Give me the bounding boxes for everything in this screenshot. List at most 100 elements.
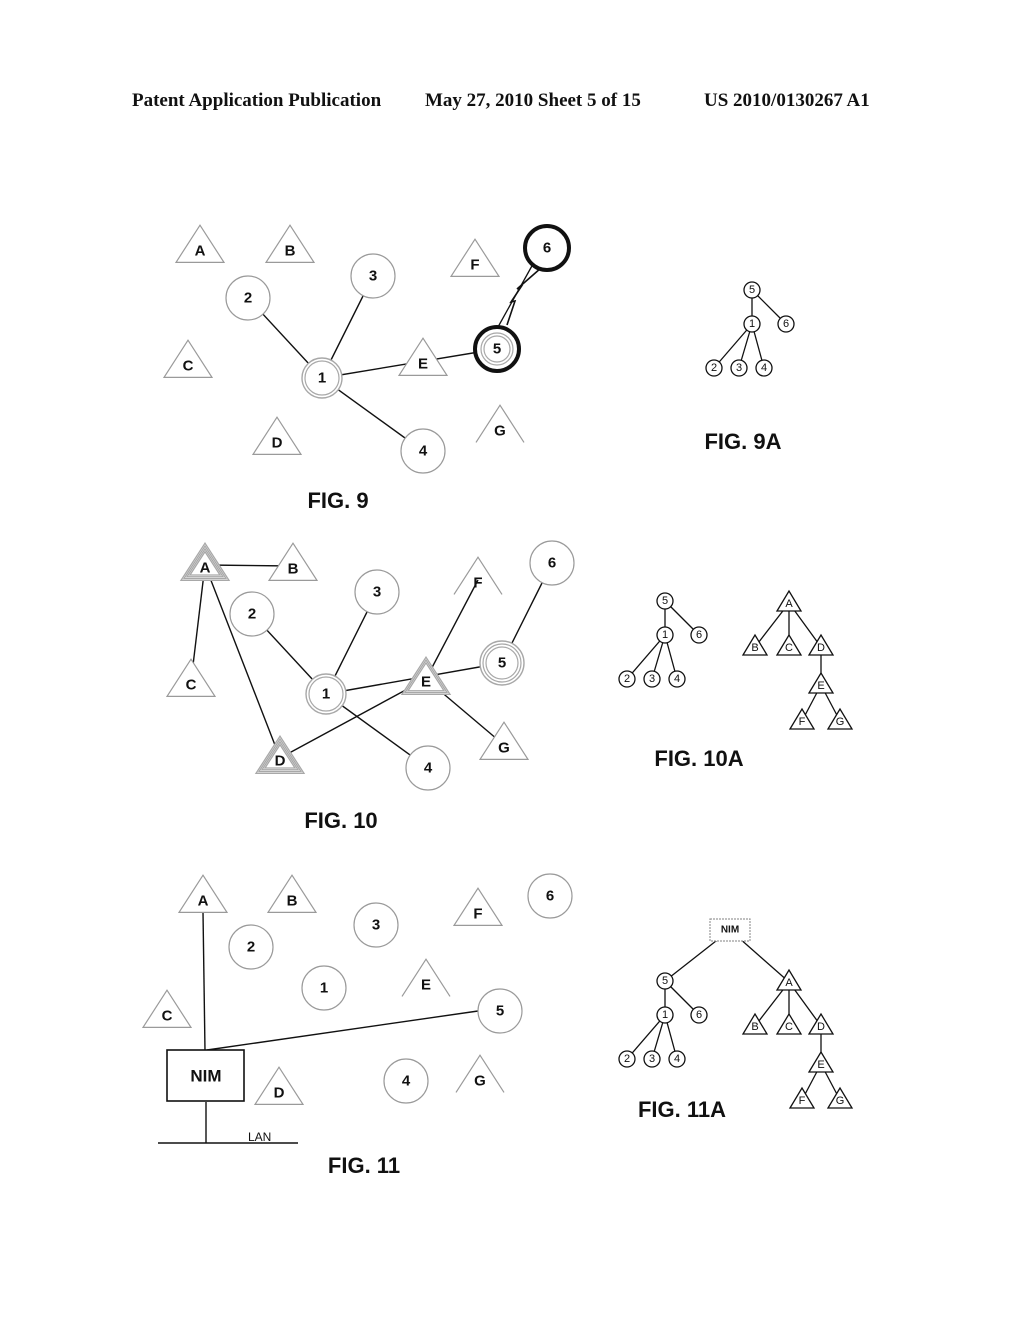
nodes: A B C D E F G 1 2 3 4 5 6 [165, 540, 575, 791]
triangle-node-B: B [267, 542, 319, 581]
tree-node-label: 4 [761, 362, 767, 374]
triangle-node-E: E [400, 656, 452, 696]
triangle-node-D: D [253, 1066, 305, 1105]
fig9-network: A B C D E F G 1 2 3 4 5 6 FIG. 9 [162, 224, 571, 513]
figure-caption: FIG. 11 [328, 1153, 400, 1178]
tree-node-A: A [775, 589, 803, 612]
tree-node-label: 1 [749, 318, 755, 330]
node-label: 2 [248, 606, 256, 623]
figure-caption: FIG. 9A [704, 429, 781, 454]
tree-edge-1-2 [626, 634, 666, 680]
tree-node-label: NIM [721, 925, 739, 936]
tree-node-label: 3 [649, 1053, 655, 1065]
node-label: B [285, 243, 296, 260]
tree-node-D: D [807, 1012, 835, 1035]
tree-node-D: D [807, 633, 835, 656]
tree-node-NIM: NIM [709, 918, 751, 942]
edge-E-F [425, 579, 479, 680]
node-label: D [275, 753, 286, 770]
node-label: E [421, 674, 431, 691]
triangle-node-A: A [179, 542, 231, 582]
triangle-node-F: F [452, 887, 504, 926]
fig10-network: A B C D E F G 1 2 3 4 5 6 FIG. 10 [165, 540, 575, 833]
node-label: G [494, 423, 506, 440]
node-label: C [183, 358, 194, 375]
tree-node-label: G [836, 716, 845, 728]
tree-node-label: C [785, 1021, 793, 1033]
tree-node-label: G [836, 1095, 845, 1107]
tree-node-label: 1 [662, 629, 668, 641]
triangle-node-E: E [401, 958, 451, 997]
circle-node-2: 2 [229, 591, 275, 637]
figure-caption: FIG. 10A [654, 746, 743, 771]
node-label: C [162, 1008, 173, 1025]
tree-node-1: 1 [743, 315, 761, 333]
triangle-node-F: F [449, 238, 501, 277]
node-label: F [473, 575, 482, 592]
node-label: 2 [244, 290, 252, 307]
node-label: 4 [402, 1073, 411, 1090]
node-label: 1 [320, 980, 328, 997]
triangle-node-G: G [478, 721, 530, 760]
tree-node-B: B [741, 633, 769, 656]
node-label: 4 [424, 760, 433, 777]
triangle-node-A: A [174, 224, 226, 263]
node-label: B [288, 561, 299, 578]
tree-node-label: E [817, 1059, 824, 1071]
figure-caption: FIG. 9 [307, 488, 368, 513]
tree-node-label: 5 [662, 975, 668, 987]
triangle-node-B: B [264, 224, 316, 263]
node-label: 5 [496, 1003, 504, 1020]
circle-node-6: 6 [523, 224, 571, 272]
tree-node-6: 6 [690, 626, 708, 644]
tree-node-6: 6 [690, 1006, 708, 1024]
tree-node-F: F [788, 707, 816, 730]
fig11a-tree: 2 3 4 1 6 5 B C F G E D A NIM FIG. 11A [618, 918, 854, 1122]
circle-node-1: 1 [301, 357, 343, 399]
circle-node-1: 1 [305, 673, 347, 715]
triangle-node-E: E [397, 337, 449, 376]
node-label: G [498, 740, 510, 757]
tree-node-label: E [817, 680, 824, 692]
tree-node-4: 4 [668, 1050, 686, 1068]
node-label: E [418, 356, 428, 373]
tree-node-2: 2 [618, 1050, 636, 1068]
tree-node-E: E [807, 671, 835, 694]
tree-node-label: 4 [674, 1053, 680, 1065]
tree-node-6: 6 [777, 315, 795, 333]
figure-caption: FIG. 10 [304, 808, 377, 833]
tree-node-5: 5 [656, 972, 674, 990]
triangle-node-G: G [455, 1054, 505, 1093]
node-label: A [200, 560, 211, 577]
node-label: 4 [419, 443, 428, 460]
node-label: A [198, 893, 209, 910]
fig10a-tree: 2 3 4 1 6 5 B C F G E D A FIG. 10A [618, 589, 854, 771]
tree-node-C: C [775, 633, 803, 656]
tree-node-5: 5 [743, 281, 761, 299]
tree-node-E: E [807, 1050, 835, 1073]
fig9a-tree: 2 3 4 1 6 5 FIG. 9A [704, 281, 795, 454]
tree-node-2: 2 [705, 359, 723, 377]
triangle-node-G: G [475, 404, 525, 443]
node-label: 6 [546, 888, 554, 905]
tree-node-label: A [785, 598, 793, 610]
tree-node-1: 1 [656, 1006, 674, 1024]
tree-node-1: 1 [656, 626, 674, 644]
circle-node-2: 2 [225, 275, 271, 321]
triangle-node-A: A [177, 874, 229, 913]
tree-node-label: 4 [674, 673, 680, 685]
triangle-node-B: B [266, 874, 318, 913]
figure-caption: FIG. 11A [638, 1097, 726, 1122]
triangle-node-D: D [251, 416, 303, 455]
circle-node-4: 4 [400, 428, 446, 474]
edge-NIM-5 [206, 1010, 479, 1051]
node-label: 3 [369, 268, 377, 285]
tree-node-5: 5 [656, 592, 674, 610]
tree-node-4: 4 [668, 670, 686, 688]
triangle-node-C: C [165, 658, 217, 697]
circle-node-3: 3 [350, 253, 396, 299]
tree-node-B: B [741, 1012, 769, 1035]
node-label: F [473, 906, 482, 923]
tree-node-label: A [785, 977, 793, 989]
tree-node-A: A [775, 968, 803, 991]
